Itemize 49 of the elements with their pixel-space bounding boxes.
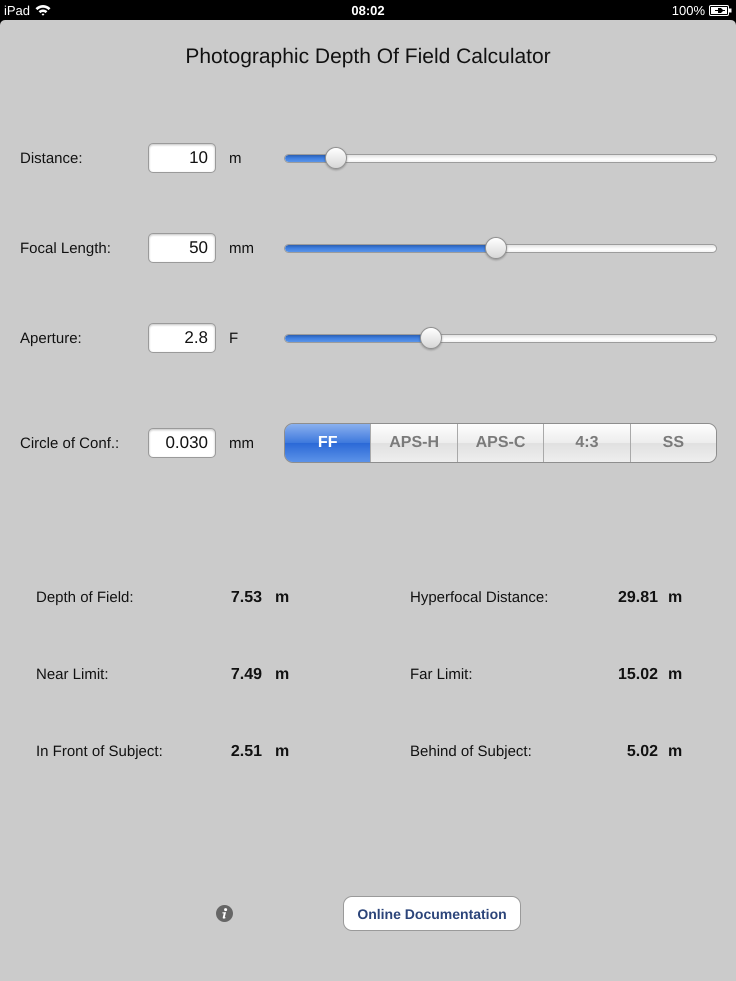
battery-percentage: 100%	[672, 2, 705, 18]
unit-label: m	[228, 150, 242, 166]
segment-button[interactable]: SS	[630, 424, 716, 462]
slider-thumb[interactable]	[420, 327, 442, 349]
input-field[interactable]: 10	[148, 143, 216, 173]
input-field[interactable]: 50	[148, 233, 216, 263]
field-label: Focal Length:	[20, 240, 111, 256]
input-field[interactable]: 2.8	[148, 323, 216, 353]
field-label: Circle of Conf.:	[20, 434, 120, 452]
result-label: Behind of Subject:	[410, 742, 532, 762]
result-label: Far Limit:	[410, 665, 473, 685]
result-unit: m	[275, 665, 290, 685]
segment-button[interactable]: APS-H	[370, 424, 457, 462]
result-unit: m	[668, 665, 682, 685]
result-value: 7.53	[230, 588, 262, 608]
slider-thumb[interactable]	[325, 147, 348, 169]
slider-track[interactable]	[284, 244, 717, 252]
wifi-icon	[35, 4, 52, 16]
field-label: Aperture:	[20, 330, 82, 346]
segment-button[interactable]: FF	[285, 424, 370, 462]
status-time: 08:02	[351, 2, 385, 18]
unit-label: F	[228, 330, 238, 346]
battery-icon	[709, 4, 732, 16]
app-title: Photographic Depth Of Field Calculator	[185, 44, 551, 70]
input-field[interactable]: 0.030	[148, 428, 216, 458]
result-unit: m	[668, 742, 682, 762]
result-label: Depth of Field:	[36, 588, 134, 608]
result-value: 29.81	[618, 588, 658, 608]
result-unit: m	[275, 742, 290, 762]
result-label: Hyperfocal Distance:	[410, 588, 548, 608]
result-value: 2.51	[230, 742, 262, 762]
result-value: 15.02	[618, 665, 658, 685]
device-name: iPad	[4, 2, 30, 18]
unit-label: mm	[228, 434, 254, 452]
online-documentation-button[interactable]: Online Documentation	[343, 896, 521, 931]
result-unit: m	[275, 588, 290, 608]
segment-button[interactable]: 4:3	[543, 424, 630, 462]
slider-track[interactable]	[284, 334, 717, 342]
result-label: In Front of Subject:	[36, 742, 163, 762]
unit-label: mm	[228, 240, 254, 256]
field-label: Distance:	[20, 150, 83, 166]
slider-thumb[interactable]	[485, 237, 508, 259]
slider-track[interactable]	[284, 154, 717, 162]
result-value: 7.49	[230, 665, 262, 685]
result-unit: m	[668, 588, 682, 608]
result-value: 5.02	[626, 742, 658, 762]
info-icon[interactable]	[216, 905, 233, 922]
result-label: Near Limit:	[36, 665, 109, 685]
segment-button[interactable]: APS-C	[456, 424, 544, 462]
